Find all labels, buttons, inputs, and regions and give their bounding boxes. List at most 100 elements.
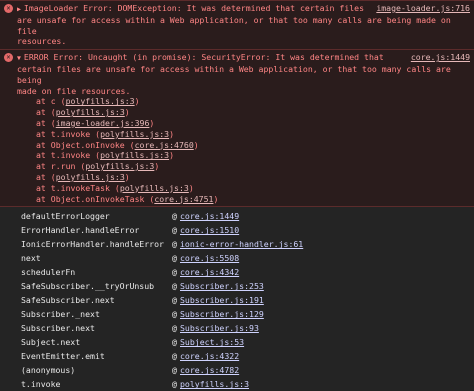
error-line: made on file resources. [17, 85, 131, 96]
trace-source-link[interactable]: Subject.js:53 [180, 335, 244, 349]
trace-source-link[interactable]: core.js:1510 [180, 223, 239, 237]
error-line: are unsafe for access within a Web appli… [17, 14, 451, 36]
error-line: certain files are unsafe for access with… [17, 63, 451, 85]
trace-function: EventEmitter.emit [21, 351, 105, 362]
at-symbol: @ [172, 351, 177, 362]
paren: ) [169, 128, 175, 139]
trace-source-link[interactable]: core.js:4322 [180, 349, 239, 363]
at-symbol: @ [172, 253, 177, 264]
paren: ) [169, 150, 175, 161]
at-symbol: @ [172, 211, 177, 222]
error-line: resources. [17, 36, 67, 47]
trace-function: schedulerFn [21, 267, 76, 278]
expand-triangle-icon[interactable]: ▶ [17, 5, 21, 13]
stack-frame-function: at Object.onInvoke [36, 139, 130, 150]
trace-row: next @ core.js:5508 [0, 251, 474, 265]
stack-frame-link[interactable]: core.js:4751 [154, 194, 213, 204]
source-link-image-loader[interactable]: image-loader.js:716 [376, 3, 470, 14]
paren: ) [134, 96, 140, 107]
trace-function: SafeSubscriber.__tryOrUnsub [21, 281, 155, 292]
trace-function: ErrorHandler.handleError [21, 225, 140, 236]
trace-row: (anonymous) @ core.js:4782 [0, 363, 474, 377]
stack-frame: at r.run (polyfills.js:3) [17, 161, 470, 172]
stack-frame-link[interactable]: polyfills.js:3 [100, 129, 169, 139]
stack-frame-function: at t.invokeTask [36, 182, 115, 193]
trace-function: t.invoke [21, 379, 61, 390]
stack-frame-function: at Object.onInvokeTask [36, 193, 150, 204]
trace-source-link[interactable]: Subscriber.js:129 [180, 307, 264, 321]
trace-row: SafeSubscriber.__tryOrUnsub @ Subscriber.j… [0, 279, 474, 293]
error-stack: at c (polyfills.js:3) at (polyfills.js:3)… [17, 96, 470, 204]
trace-function: next [21, 253, 41, 264]
stack-frame-link[interactable]: polyfills.js:3 [56, 172, 125, 182]
trace-row: Subscriber._next @ Subscriber.js:129 [0, 307, 474, 321]
error-icon: ✕ [4, 53, 13, 63]
error-icon: ✕ [4, 4, 13, 13]
trace-function: (anonymous) [21, 365, 76, 376]
stack-frame-function: at [36, 171, 51, 182]
at-symbol: @ [172, 337, 177, 348]
stack-frame-function: at t.invoke [36, 128, 96, 139]
expand-triangle-icon[interactable]: ▼ [17, 54, 21, 62]
stack-frame-function: at r.run [36, 161, 81, 172]
error-message-image-loader: ✕ image-loader.js:716 ▶ ImageLoader Error… [0, 0, 474, 51]
paren: ) [149, 117, 155, 128]
stack-frame-function: at c [36, 96, 61, 107]
paren: ) [124, 107, 130, 118]
stack-frame-link[interactable]: polyfills.js:3 [56, 107, 125, 117]
stack-frame-function: at [36, 107, 51, 118]
error-line: ▼ ERROR Error: Uncaught (in promise): Sec… [17, 52, 384, 63]
stack-frame: at (polyfills.js:3) [17, 172, 470, 183]
trace-row: Subject.next @ Subject.js:53 [0, 335, 474, 349]
trace-source-link[interactable]: core.js:4342 [180, 265, 239, 279]
trace-function: SafeSubscriber.next [21, 295, 115, 306]
trace-function: Subscriber._next [21, 309, 100, 320]
trace-source-link[interactable]: core.js:1449 [180, 209, 239, 223]
trace-row: defaultErrorLogger @ core.js:1449 [0, 209, 474, 223]
at-symbol: @ [172, 267, 177, 278]
paren: ) [193, 139, 199, 150]
trace-source-link[interactable]: core.js:4782 [180, 363, 239, 377]
stack-frame: at c (polyfills.js:3) [17, 96, 470, 107]
source-link-core[interactable]: core.js:1449 [411, 52, 470, 63]
trace-source-link[interactable]: core.js:5508 [180, 251, 239, 265]
stack-frame: at (image-loader.js:396) [17, 118, 470, 129]
devtools-console: ✕ image-loader.js:716 ▶ ImageLoader Error… [0, 0, 474, 389]
at-symbol: @ [172, 239, 177, 250]
trace-row: IonicErrorHandler.handleError @ ionic-erro… [0, 237, 474, 251]
trace-source-link[interactable]: ionic-error-handler.js:61 [180, 237, 303, 251]
trace-function: Subject.next [21, 337, 81, 348]
trace-row: SafeSubscriber.next @ Subscriber.js:191 [0, 293, 474, 307]
trace-source-link[interactable]: Subscriber.js:93 [180, 321, 259, 335]
stack-frame-link[interactable]: polyfills.js:3 [120, 183, 189, 193]
stack-frame-function: at t.invoke [36, 150, 96, 161]
trace-source-link[interactable]: Subscriber.js:191 [180, 293, 264, 307]
stack-frame: at Object.onInvoke (core.js:4760) [17, 140, 470, 151]
paren: ) [188, 182, 194, 193]
stack-frame: at t.invoke (polyfills.js:3) [17, 129, 470, 140]
stack-frame-link[interactable]: polyfills.js:3 [100, 150, 169, 160]
stack-frame-function: at [36, 117, 51, 128]
trace-function: Subscriber.next [21, 323, 95, 334]
trace-row: t.invoke @ polyfills.js:3 [0, 377, 474, 391]
trace-row: Subscriber.next @ Subscriber.js:93 [0, 321, 474, 335]
at-symbol: @ [172, 281, 177, 292]
stack-frame: at t.invokeTask (polyfills.js:3) [17, 183, 470, 194]
stack-frame-link[interactable]: polyfills.js:3 [66, 96, 135, 106]
at-symbol: @ [172, 225, 177, 236]
trace-row: ErrorHandler.handleError @ core.js:1510 [0, 223, 474, 237]
at-symbol: @ [172, 365, 177, 376]
trace-source-link[interactable]: polyfills.js:3 [180, 377, 249, 391]
at-symbol: @ [172, 379, 177, 390]
trace-function: IonicErrorHandler.handleError [21, 239, 164, 250]
stack-frame-link[interactable]: polyfills.js:3 [85, 161, 154, 171]
trace-row: schedulerFn @ core.js:4342 [0, 265, 474, 279]
paren: ) [154, 161, 160, 172]
stack-frame-link[interactable]: image-loader.js:396 [56, 118, 150, 128]
paren: ) [213, 193, 219, 204]
stack-frame: at (polyfills.js:3) [17, 107, 470, 118]
trace-function: defaultErrorLogger [21, 211, 110, 222]
at-symbol: @ [172, 323, 177, 334]
trace-source-link[interactable]: Subscriber.js:253 [180, 279, 264, 293]
stack-frame-link[interactable]: core.js:4760 [135, 140, 194, 150]
